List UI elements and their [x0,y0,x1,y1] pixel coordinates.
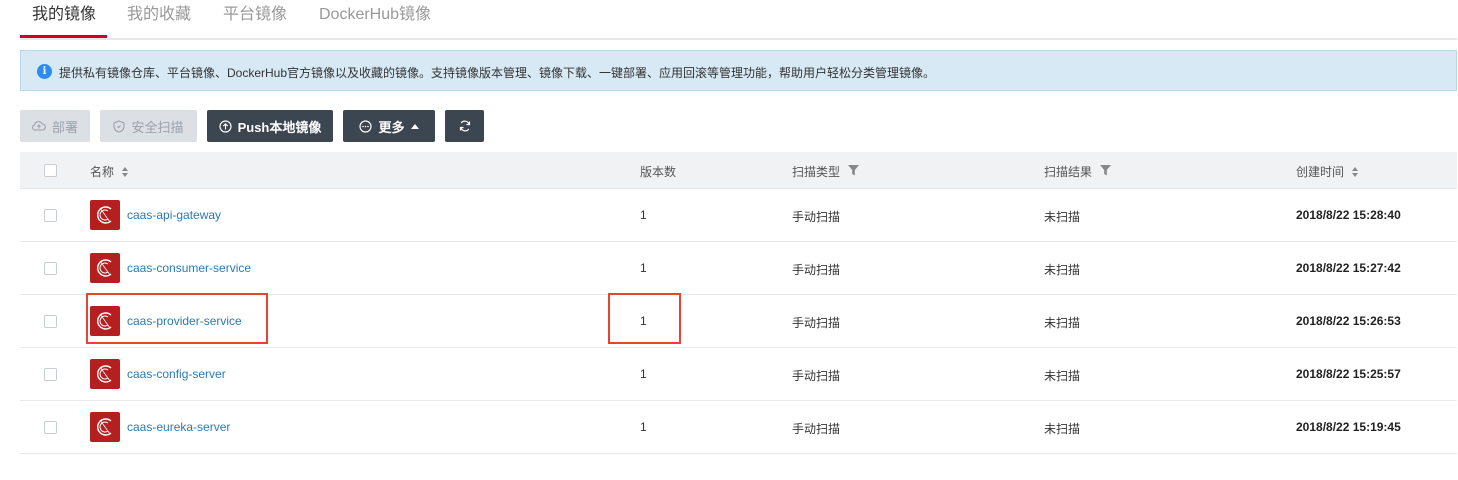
image-logo-icon [90,200,120,230]
deploy-button[interactable]: 部署 [20,110,90,142]
version-count[interactable]: 1 [640,261,647,275]
scan-result: 未扫描 [1044,210,1081,224]
image-name-link[interactable]: caas-config-server [127,367,226,381]
tab-dockerhub-images[interactable]: DockerHub镜像 [319,4,431,34]
row-checkbox[interactable] [44,315,57,328]
tab-my-favorites[interactable]: 我的收藏 [127,4,191,34]
scan-type: 手动扫描 [792,369,841,383]
scan-type: 手动扫描 [792,263,841,277]
upload-circle-icon [218,119,232,133]
column-created-time[interactable]: 创建时间 [1296,163,1359,180]
more-dropdown-label: 更多 [378,119,405,135]
column-scan-type-label: 扫描类型 [792,165,841,179]
filter-icon[interactable] [1100,164,1112,179]
highlight-box-image-name [86,293,268,344]
scan-result: 未扫描 [1044,316,1081,330]
tab-my-images[interactable]: 我的镜像 [32,4,96,34]
refresh-button[interactable] [445,110,484,142]
column-versions: 版本数 [640,163,676,180]
table-row: caas-consumer-service 1 手动扫描 未扫描 2018/8/… [20,242,1457,295]
column-scan-result[interactable]: 扫描结果 [1044,163,1112,180]
created-time: 2018/8/22 15:28:40 [1296,208,1401,222]
scan-result: 未扫描 [1044,422,1081,436]
created-time: 2018/8/22 15:26:53 [1296,314,1401,328]
scan-type: 手动扫描 [792,422,841,436]
table-header: 名称 版本数 扫描类型 扫描结果 创建时间 [20,152,1457,189]
created-time: 2018/8/22 15:19:45 [1296,420,1401,434]
sort-icon [1352,166,1359,177]
scan-result: 未扫描 [1044,263,1081,277]
security-scan-button[interactable]: 安全扫描 [100,110,197,142]
column-versions-label: 版本数 [640,165,677,179]
sort-icon [122,166,129,177]
info-icon: i [37,64,52,79]
filter-icon[interactable] [848,164,860,179]
info-banner-text: 提供私有镜像仓库、平台镜像、DockerHub官方镜像以及收藏的镜像。支持镜像版… [59,66,936,80]
row-checkbox[interactable] [44,368,57,381]
created-time: 2018/8/22 15:25:57 [1296,367,1401,381]
row-checkbox[interactable] [44,262,57,275]
image-logo-icon [90,359,120,389]
image-logo-icon [90,412,120,442]
scan-result: 未扫描 [1044,369,1081,383]
scan-type: 手动扫描 [792,316,841,330]
image-name-link[interactable]: caas-consumer-service [127,261,251,275]
caret-up-icon [410,123,419,129]
created-time: 2018/8/22 15:27:42 [1296,261,1401,275]
column-scan-result-label: 扫描结果 [1044,165,1093,179]
tab-platform-images[interactable]: 平台镜像 [223,4,287,34]
highlight-box-version-count [608,293,681,344]
security-scan-button-label: 安全扫描 [131,119,184,135]
tab-bar: 我的镜像 我的收藏 平台镜像 DockerHub镜像 [20,0,1457,40]
row-checkbox[interactable] [44,421,57,434]
more-circle-icon [359,119,373,133]
column-name[interactable]: 名称 [90,163,129,180]
version-count[interactable]: 1 [640,420,647,434]
table-row: caas-config-server 1 手动扫描 未扫描 2018/8/22 … [20,348,1457,401]
more-dropdown-button[interactable]: 更多 [343,110,435,142]
push-local-image-button[interactable]: Push本地镜像 [207,110,333,142]
push-local-image-button-label: Push本地镜像 [237,119,322,135]
column-name-label: 名称 [90,165,115,179]
table-row: caas-api-gateway 1 手动扫描 未扫描 2018/8/22 15… [20,189,1457,242]
image-name-link[interactable]: caas-eureka-server [127,420,230,434]
image-logo-icon [90,253,120,283]
row-checkbox[interactable] [44,209,57,222]
refresh-icon [458,119,472,133]
select-all-checkbox[interactable] [44,164,57,177]
table-row: caas-eureka-server 1 手动扫描 未扫描 2018/8/22 … [20,401,1457,454]
image-name-link[interactable]: caas-api-gateway [127,208,221,222]
column-created-time-label: 创建时间 [1296,165,1345,179]
shield-icon [113,119,126,133]
info-banner: i 提供私有镜像仓库、平台镜像、DockerHub官方镜像以及收藏的镜像。支持镜… [20,50,1457,91]
scan-type: 手动扫描 [792,210,841,224]
cloud-upload-icon [31,120,46,132]
active-tab-indicator [20,35,107,38]
version-count[interactable]: 1 [640,208,647,222]
version-count[interactable]: 1 [640,367,647,381]
column-scan-type[interactable]: 扫描类型 [792,163,860,180]
deploy-button-label: 部署 [51,119,78,135]
